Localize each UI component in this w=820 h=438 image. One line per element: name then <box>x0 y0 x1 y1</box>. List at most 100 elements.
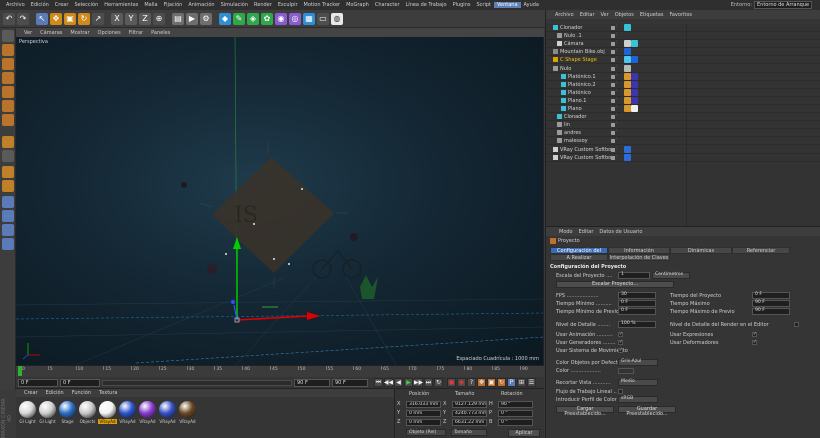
previous-key-icon[interactable]: ◀◀ <box>384 378 393 387</box>
visibility-dots-icon[interactable]: : <box>616 113 619 119</box>
object-tag-icon[interactable] <box>624 153 631 161</box>
tab-reference[interactable]: Referenciar <box>732 247 790 254</box>
object-name[interactable]: andres <box>564 130 581 136</box>
z-axis-point[interactable] <box>231 300 235 304</box>
object-row[interactable]: Cámara: <box>546 40 820 49</box>
use-motion-system-checkbox[interactable]: ✓ <box>618 348 623 353</box>
scale-field[interactable]: 1 <box>618 272 650 279</box>
autokey-icon[interactable]: ◉ <box>457 378 466 387</box>
coord-position-field[interactable]: 316.033 mm <box>406 400 441 408</box>
viewport-menu-item-1[interactable]: Cámaras <box>36 30 66 36</box>
menu-item-16[interactable]: Script <box>473 2 494 8</box>
material-swatch[interactable]: VRayAd <box>98 401 117 424</box>
visibility-dots-icon[interactable]: : <box>616 145 619 152</box>
x-axis-arrow-icon[interactable] <box>307 312 320 320</box>
field-icon[interactable]: ◎ <box>289 12 301 25</box>
layer-icon[interactable] <box>2 224 14 236</box>
min-time-field[interactable]: 0 F <box>618 300 656 307</box>
coord-mode-select[interactable]: Objeto (Rel) <box>406 429 446 436</box>
y-axis-icon[interactable]: Y <box>125 12 137 25</box>
object-row[interactable]: lin: <box>546 121 820 130</box>
coord-rotation-field[interactable]: 0 ° <box>498 409 533 417</box>
move-icon[interactable]: ✥ <box>50 12 62 25</box>
apply-button[interactable]: Aplicar <box>508 429 540 437</box>
object-name[interactable]: Platónico.2 <box>568 82 596 88</box>
render-settings-icon[interactable]: ⚙ <box>200 12 212 25</box>
material-swatch[interactable]: Gl Light <box>38 401 57 424</box>
object-tag-icon[interactable] <box>631 40 638 48</box>
viewport-menu-item-0[interactable]: Ver <box>20 30 36 36</box>
object-manager-tab-0[interactable]: Archivo <box>552 12 577 18</box>
coord-rotation-field[interactable]: 90 ° <box>498 400 533 408</box>
parameter-key-icon[interactable]: P <box>507 378 516 387</box>
object-tag-icon[interactable] <box>624 72 631 80</box>
edges-mode-icon[interactable] <box>2 100 14 112</box>
scale-project-button[interactable]: Escalar Proyecto... <box>556 281 674 288</box>
object-tag-icon[interactable] <box>624 145 631 153</box>
object-name[interactable]: Mountain Bike.obj <box>560 49 605 55</box>
max-preview-time-field[interactable]: 90 F <box>752 308 790 315</box>
menu-item-8[interactable]: Simulación <box>218 2 251 8</box>
lod-field[interactable]: 100 % <box>618 321 656 328</box>
default-object-color-select[interactable]: Gris-Azul <box>618 359 658 366</box>
coord-position-field[interactable]: 0 mm <box>406 409 441 417</box>
render-view-icon[interactable]: ▤ <box>172 12 184 25</box>
scene-floor-icon[interactable]: ▦ <box>303 12 315 25</box>
object-name[interactable]: VRay Custom Softbox <box>560 155 614 161</box>
input-color-profile-select[interactable]: sRGB <box>618 396 658 403</box>
rotate-icon[interactable]: ↻ <box>78 12 90 25</box>
object-name[interactable]: Cámara <box>564 41 584 47</box>
object-layer-checkbox[interactable] <box>611 98 615 103</box>
visibility-dots-icon[interactable]: : <box>616 80 619 87</box>
menu-item-4[interactable]: Herramientas <box>101 2 141 8</box>
use-generators-checkbox[interactable]: ✓ <box>618 340 623 345</box>
subdivision-icon[interactable]: ◈ <box>247 12 259 25</box>
menu-item-12[interactable]: MoGraph <box>343 2 372 8</box>
locked-workplane-icon[interactable] <box>2 196 14 208</box>
current-frame-field[interactable]: 0 F <box>18 378 58 387</box>
object-row[interactable]: Platónico.2: <box>546 80 820 89</box>
menu-item-17[interactable]: Ventana <box>494 2 521 8</box>
object-layer-checkbox[interactable] <box>611 131 615 136</box>
save-preset-button[interactable]: Guardar Preestablecido... <box>618 406 676 417</box>
min-preview-time-field[interactable]: 0 F <box>618 308 656 315</box>
viewport-menu-item-2[interactable]: Mostrar <box>66 30 93 36</box>
material-swatch[interactable]: Stage <box>58 401 77 424</box>
scale-icon[interactable]: ▣ <box>64 12 76 25</box>
object-tag-icon[interactable] <box>624 48 631 56</box>
timeline-ruler[interactable]: 0 5 10 15 20 25 30 35 40 45 50 55 60 65 70 75 80 85 90 <box>16 365 544 377</box>
object-name[interactable]: malessoy <box>564 138 588 144</box>
fps-field[interactable]: 30 <box>618 292 656 299</box>
menu-item-18[interactable]: Ayuda <box>521 2 542 8</box>
coord-size-field[interactable]: 9127.129 mm <box>452 400 487 408</box>
object-layer-checkbox[interactable] <box>611 107 615 111</box>
object-name[interactable]: Nulo <box>560 66 571 72</box>
tab-key-interpolation[interactable]: Interpolación de Claves <box>608 254 670 261</box>
object-manager-tab-1[interactable]: Editar <box>577 12 598 18</box>
visibility-dots-icon[interactable]: : <box>616 105 619 111</box>
object-row[interactable]: C Shape Stage: <box>546 56 820 65</box>
axis-mode-icon[interactable] <box>2 136 14 148</box>
object-manager-tab-3[interactable]: Objetos <box>612 12 637 18</box>
material-menu-item-0[interactable]: Crear <box>20 390 42 396</box>
visibility-dots-icon[interactable]: : <box>616 153 619 160</box>
timeline-range-slider[interactable] <box>102 379 292 386</box>
menu-item-11[interactable]: Motion Tracker <box>301 2 344 8</box>
redo-icon[interactable]: ↷ <box>17 12 29 25</box>
object-row[interactable]: Plano.1: <box>546 96 820 105</box>
object-name[interactable]: Platónico.1 <box>568 74 596 80</box>
coord-rotation-field[interactable]: 0 ° <box>498 418 533 426</box>
coord-position-field[interactable]: 0 mm <box>406 418 441 426</box>
object-name[interactable]: C Shape Stage <box>560 57 597 63</box>
visibility-dots-icon[interactable]: : <box>616 32 619 38</box>
object-name[interactable]: Plano.1 <box>568 98 586 104</box>
object-layer-checkbox[interactable] <box>611 58 615 63</box>
visibility-dots-icon[interactable]: : <box>616 129 619 135</box>
menu-item-13[interactable]: Character <box>372 2 403 8</box>
object-layer-checkbox[interactable] <box>611 123 615 128</box>
key-selection-icon[interactable]: ? <box>467 378 476 387</box>
object-row[interactable]: Nulo: <box>546 64 820 73</box>
texture-mode-icon[interactable] <box>2 58 14 70</box>
color-swatch[interactable] <box>618 368 634 374</box>
clip-view-select[interactable]: Medio <box>618 379 658 386</box>
